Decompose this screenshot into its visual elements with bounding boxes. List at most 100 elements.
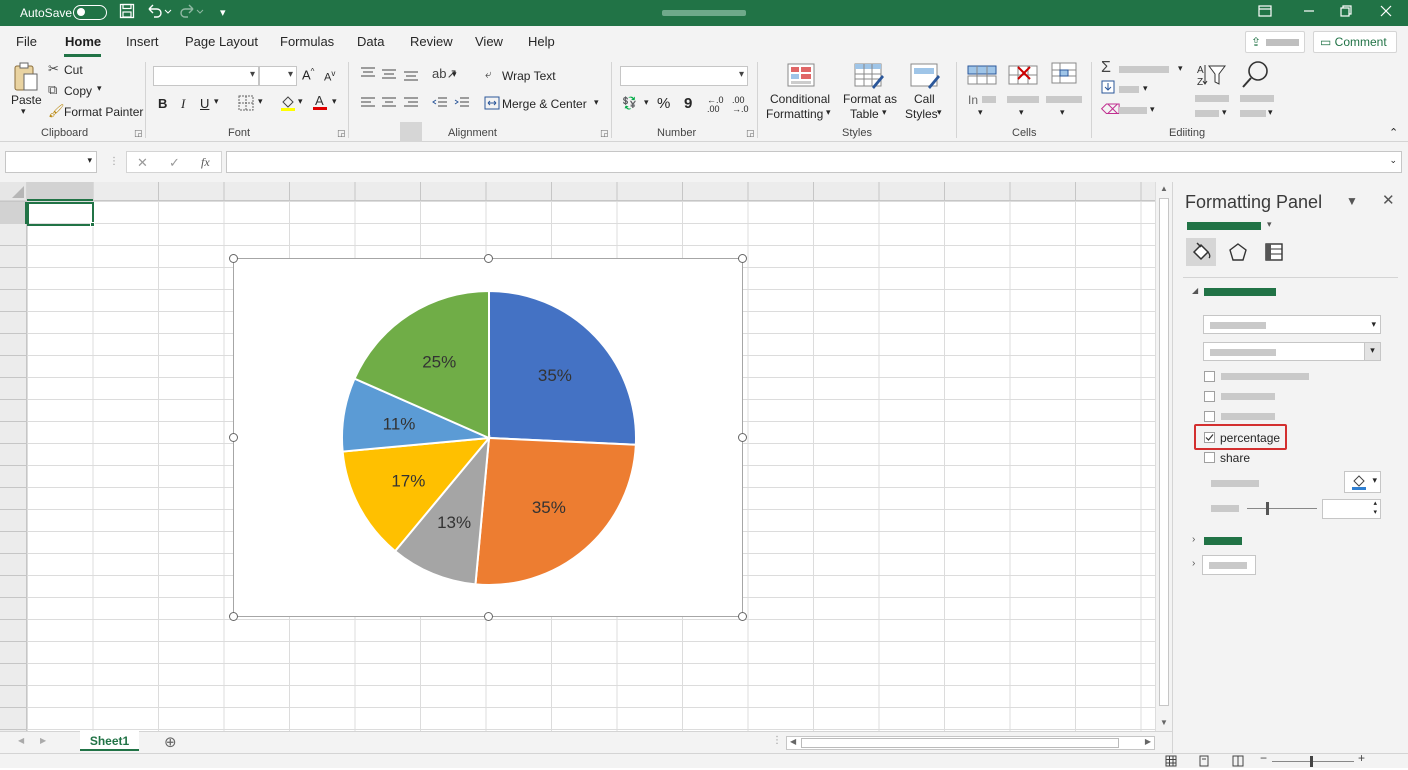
transparency-slider[interactable]: [1247, 508, 1317, 509]
conditional-formatting-dropdown-icon[interactable]: ▾: [826, 107, 831, 118]
vertical-scroll-thumb[interactable]: [1159, 198, 1169, 706]
pie-chart[interactable]: 35% 35% 13% 17% 11% 25%: [233, 258, 743, 617]
chart-resize-handle-sw[interactable]: [229, 612, 238, 621]
sheet-tab-sheet1[interactable]: Sheet1: [80, 731, 139, 751]
paste-dropdown-icon[interactable]: ▾: [21, 106, 26, 117]
restore-icon[interactable]: [1340, 4, 1352, 20]
zoom-slider-thumb[interactable]: [1310, 756, 1313, 767]
name-box-dropdown-icon[interactable]: ▾: [87, 155, 92, 166]
minimize-icon[interactable]: [1303, 4, 1315, 20]
font-size-dropdown[interactable]: [259, 66, 297, 86]
conditional-formatting-label-2[interactable]: Formatting: [766, 107, 823, 121]
tab-insert[interactable]: Insert: [126, 34, 159, 49]
zoom-out-icon[interactable]: −: [1260, 751, 1267, 765]
conditional-formatting-label-1[interactable]: Conditional: [770, 92, 830, 106]
cut-button[interactable]: Cut: [64, 63, 83, 77]
zoom-slider[interactable]: [1272, 761, 1354, 762]
increase-decimal-icon[interactable]: ←.0.00: [707, 96, 724, 114]
scroll-sheets-left-icon[interactable]: ◀: [18, 736, 24, 745]
new-sheet-icon[interactable]: ⊕: [164, 733, 177, 751]
confirm-entry-icon[interactable]: ✓: [169, 155, 180, 171]
panel-options-selector-dropdown-icon[interactable]: ▾: [1267, 219, 1272, 230]
format-cells-dropdown-icon[interactable]: ▾: [1060, 107, 1065, 118]
increase-indent-icon[interactable]: [454, 96, 470, 113]
percentage-label[interactable]: percentage: [1220, 431, 1280, 445]
horizontal-scroll-thumb[interactable]: [801, 738, 1119, 748]
data-label-3[interactable]: 13%: [437, 513, 471, 532]
sort-filter-dropdown-icon[interactable]: ▾: [1222, 107, 1227, 118]
active-column-header[interactable]: [27, 182, 93, 201]
share-button[interactable]: ⇪: [1245, 31, 1305, 53]
decrease-font-icon[interactable]: Av: [324, 69, 335, 84]
collapsed-section-2[interactable]: [1202, 555, 1256, 575]
formula-input[interactable]: ⌄: [226, 151, 1402, 173]
active-row-header[interactable]: [0, 202, 27, 224]
scroll-right-icon[interactable]: ▶: [1145, 737, 1151, 746]
font-color-icon[interactable]: A: [312, 93, 328, 114]
decrease-decimal-icon[interactable]: .00 →.0: [732, 96, 749, 114]
select-all-button[interactable]: [0, 182, 27, 201]
fill-dropdown-icon[interactable]: ▾: [1143, 83, 1148, 94]
chart-resize-handle-e[interactable]: [738, 433, 747, 442]
underline-dropdown-icon[interactable]: ▾: [214, 96, 219, 107]
scroll-left-icon[interactable]: ◀: [790, 737, 796, 746]
format-as-table-label-2[interactable]: Table: [850, 107, 879, 121]
bold-button[interactable]: B: [158, 96, 167, 111]
tab-view[interactable]: View: [475, 34, 503, 49]
percentage-checkbox[interactable]: [1204, 432, 1215, 443]
font-color-dropdown-icon[interactable]: ▾: [332, 96, 337, 107]
customize-qat-icon[interactable]: ▾: [220, 6, 226, 19]
comma-style-button[interactable]: 9: [684, 95, 692, 112]
section-collapse-icon[interactable]: ◢: [1192, 286, 1198, 295]
insert-function-button[interactable]: fx: [201, 155, 210, 170]
share-checkbox[interactable]: [1204, 452, 1215, 463]
panel-options-dropdown-icon[interactable]: ▼: [1346, 194, 1358, 208]
chart-resize-handle-n[interactable]: [484, 254, 493, 263]
data-label-2[interactable]: 35%: [532, 498, 566, 517]
fill-handle[interactable]: [90, 222, 95, 227]
delete-cells-dropdown-icon[interactable]: ▾: [1019, 107, 1024, 118]
tab-help[interactable]: Help: [528, 34, 555, 49]
font-name-dropdown[interactable]: [153, 66, 259, 86]
data-label-6[interactable]: 25%: [422, 353, 456, 372]
label-options-section-header[interactable]: [1204, 288, 1276, 296]
ribbon-display-icon[interactable]: [1258, 4, 1272, 20]
copy-dropdown-icon[interactable]: ▾: [97, 83, 102, 94]
align-right-icon[interactable]: [403, 96, 419, 113]
scroll-down-icon[interactable]: ▼: [1160, 718, 1168, 727]
autosum-dropdown-icon[interactable]: ▾: [1178, 63, 1183, 74]
autosave-toggle[interactable]: [73, 5, 107, 20]
save-icon[interactable]: [119, 3, 135, 23]
chart-resize-handle-nw[interactable]: [229, 254, 238, 263]
font-launcher-icon[interactable]: ◲: [337, 128, 346, 139]
panel-options-selector[interactable]: [1187, 222, 1261, 230]
underline-button[interactable]: U: [200, 96, 209, 111]
active-cell[interactable]: [27, 202, 95, 227]
copy-button[interactable]: Copy: [64, 84, 92, 98]
horizontal-scrollbar[interactable]: ◀ ▶: [786, 736, 1155, 750]
label-options-dropdown-1[interactable]: ▾: [1203, 315, 1381, 334]
decrease-indent-icon[interactable]: [432, 96, 448, 113]
fill-line-icon[interactable]: [1190, 241, 1212, 266]
color-picker-button[interactable]: ▾: [1344, 471, 1381, 493]
cell-styles-label-2[interactable]: Styles: [905, 107, 938, 121]
effects-icon[interactable]: [1228, 242, 1248, 265]
chart-resize-handle-w[interactable]: [229, 433, 238, 442]
tab-split-grip-icon[interactable]: ⋮: [772, 735, 782, 746]
section-expand-icon-2[interactable]: ›: [1192, 558, 1195, 569]
chart-resize-handle-se[interactable]: [738, 612, 747, 621]
accounting-dropdown-icon[interactable]: ▾: [644, 97, 649, 108]
zoom-in-icon[interactable]: +: [1358, 751, 1365, 765]
comment-button[interactable]: ▭ Comment: [1313, 31, 1397, 53]
label-options-dropdown-2[interactable]: ▾: [1203, 342, 1381, 361]
tab-review[interactable]: Review: [410, 34, 453, 49]
label-options-dropdown-2-icon[interactable]: ▾: [1364, 343, 1380, 360]
find-select-button[interactable]: [1240, 95, 1274, 102]
increase-font-icon[interactable]: A^: [302, 67, 314, 82]
tab-home[interactable]: Home: [65, 34, 101, 49]
scroll-sheets-right-icon[interactable]: ▶: [40, 736, 46, 745]
paste-button[interactable]: Paste: [11, 93, 42, 107]
chart-resize-handle-s[interactable]: [484, 612, 493, 621]
label-option-checkbox-3[interactable]: [1204, 411, 1215, 422]
cancel-entry-icon[interactable]: ✕: [137, 155, 148, 171]
